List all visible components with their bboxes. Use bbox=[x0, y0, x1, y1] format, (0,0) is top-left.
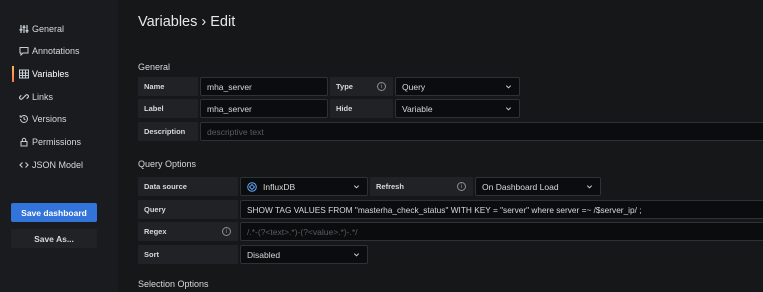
type-select[interactable]: Query bbox=[395, 77, 520, 96]
comment-icon bbox=[18, 46, 29, 57]
save-dashboard-button[interactable]: Save dashboard bbox=[11, 203, 97, 222]
info-icon: i bbox=[457, 182, 466, 191]
regex-input[interactable]: /.*-(?<text>.*)-(?<value>.*)-.*/ bbox=[240, 222, 763, 241]
info-icon: i bbox=[377, 82, 386, 91]
hide-select[interactable]: Variable bbox=[395, 99, 520, 118]
query-label: Query bbox=[138, 200, 238, 219]
refresh-select-value: On Dashboard Load bbox=[482, 181, 559, 192]
sidebar-item-variables[interactable]: Variables bbox=[12, 64, 118, 84]
label-label: Label bbox=[138, 99, 198, 118]
query-input[interactable]: SHOW TAG VALUES FROM "masterha_check_sta… bbox=[240, 200, 763, 219]
name-label: Name bbox=[138, 77, 198, 96]
type-label-text: Type bbox=[336, 82, 353, 91]
refresh-label-text: Refresh bbox=[376, 182, 404, 191]
chevron-down-icon bbox=[505, 85, 512, 89]
sidebar-item-label: Permissions bbox=[32, 137, 82, 147]
sidebar-item-label: General bbox=[32, 24, 65, 34]
sort-select[interactable]: Disabled bbox=[240, 245, 368, 264]
description-input[interactable]: descriptive text bbox=[200, 122, 763, 141]
chevron-down-icon bbox=[353, 185, 360, 189]
refresh-select[interactable]: On Dashboard Load bbox=[475, 177, 601, 196]
sort-label: Sort bbox=[138, 245, 238, 264]
sidebar-item-versions[interactable]: Versions bbox=[12, 109, 118, 129]
datasource-select[interactable]: InfluxDB bbox=[240, 177, 368, 196]
code-icon bbox=[18, 160, 29, 171]
section-title-selection-options: Selection Options bbox=[138, 279, 209, 289]
sidebar-item-label: Versions bbox=[32, 114, 67, 124]
datasource-select-value: InfluxDB bbox=[263, 181, 296, 192]
sidebar-item-label: Annotations bbox=[32, 46, 80, 56]
description-label: Description bbox=[138, 122, 198, 141]
type-label: Type i bbox=[330, 77, 393, 96]
datasource-label: Data source bbox=[138, 177, 238, 196]
section-title-general: General bbox=[138, 62, 171, 72]
sidebar-item-label: Links bbox=[32, 92, 54, 102]
refresh-label: Refresh i bbox=[370, 177, 473, 196]
chevron-down-icon bbox=[505, 107, 512, 111]
sidebar-item-json-model[interactable]: JSON Model bbox=[12, 155, 118, 175]
hide-label: Hide bbox=[330, 99, 393, 118]
sidebar-item-label: JSON Model bbox=[32, 160, 84, 170]
regex-label-text: Regex bbox=[144, 227, 167, 236]
sidebar-item-general[interactable]: General bbox=[12, 19, 118, 39]
variable-editor: Variables › Edit General Name mha_server… bbox=[118, 0, 763, 292]
sidebar-item-permissions[interactable]: Permissions bbox=[12, 132, 118, 152]
sidebar-item-annotations[interactable]: Annotations bbox=[12, 41, 118, 61]
chevron-down-icon bbox=[353, 253, 360, 257]
history-icon bbox=[18, 114, 29, 125]
hide-select-value: Variable bbox=[402, 103, 433, 114]
label-input[interactable]: mha_server bbox=[200, 99, 328, 118]
link-icon bbox=[18, 92, 29, 103]
sidebar-item-links[interactable]: Links bbox=[12, 87, 118, 107]
info-icon: i bbox=[222, 227, 231, 236]
save-as-button[interactable]: Save As... bbox=[11, 229, 97, 248]
name-input[interactable]: mha_server bbox=[200, 77, 328, 96]
chevron-down-icon bbox=[586, 185, 593, 189]
sort-select-value: Disabled bbox=[247, 249, 281, 260]
page-title: Variables › Edit bbox=[138, 14, 236, 30]
regex-label: Regex i bbox=[138, 222, 238, 241]
table-icon bbox=[18, 69, 29, 80]
type-select-value: Query bbox=[402, 81, 426, 92]
settings-sidebar: General Annotations Variables Links Vers… bbox=[0, 0, 118, 292]
influxdb-icon bbox=[247, 181, 257, 192]
section-title-query-options: Query Options bbox=[138, 159, 197, 169]
sidebar-item-label: Variables bbox=[32, 69, 69, 79]
sliders-icon bbox=[18, 24, 29, 35]
lock-icon bbox=[18, 137, 29, 148]
